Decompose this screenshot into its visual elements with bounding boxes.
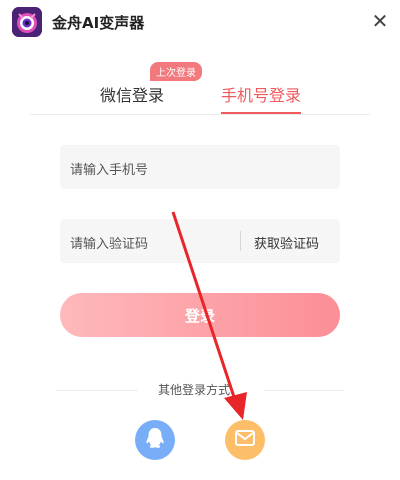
tabs-divider	[30, 114, 370, 115]
divider-right	[264, 390, 344, 391]
mail-icon	[235, 430, 255, 450]
divider-left	[56, 390, 138, 391]
phone-placeholder: 请输入手机号	[70, 163, 149, 178]
last-login-badge: 上次登录	[150, 62, 202, 81]
tab-phone-login[interactable]: 手机号登录	[221, 82, 301, 106]
code-placeholder: 请输入验证码	[70, 237, 149, 252]
get-code-button[interactable]: 获取验证码	[254, 233, 319, 252]
close-button[interactable]: ✕	[370, 9, 390, 33]
app-logo-icon	[12, 7, 42, 37]
close-icon: ✕	[371, 9, 389, 33]
verification-code-input[interactable]: 请输入验证码 获取验证码	[60, 219, 340, 263]
code-separator	[240, 231, 241, 251]
login-button-label: 登录	[184, 306, 215, 325]
title-bar: 金舟AI变声器 ✕	[0, 0, 400, 44]
qq-login-button[interactable]	[135, 420, 175, 460]
email-login-button[interactable]	[225, 420, 265, 460]
other-login-label: 其他登录方式	[158, 383, 231, 397]
app-title: 金舟AI变声器	[52, 14, 145, 32]
login-tabs: 上次登录 微信登录 手机号登录	[30, 60, 370, 116]
tab-wechat-login[interactable]: 微信登录	[100, 82, 164, 106]
qq-icon	[145, 427, 165, 453]
phone-input[interactable]: 请输入手机号	[60, 145, 340, 189]
login-button[interactable]: 登录	[60, 293, 340, 337]
